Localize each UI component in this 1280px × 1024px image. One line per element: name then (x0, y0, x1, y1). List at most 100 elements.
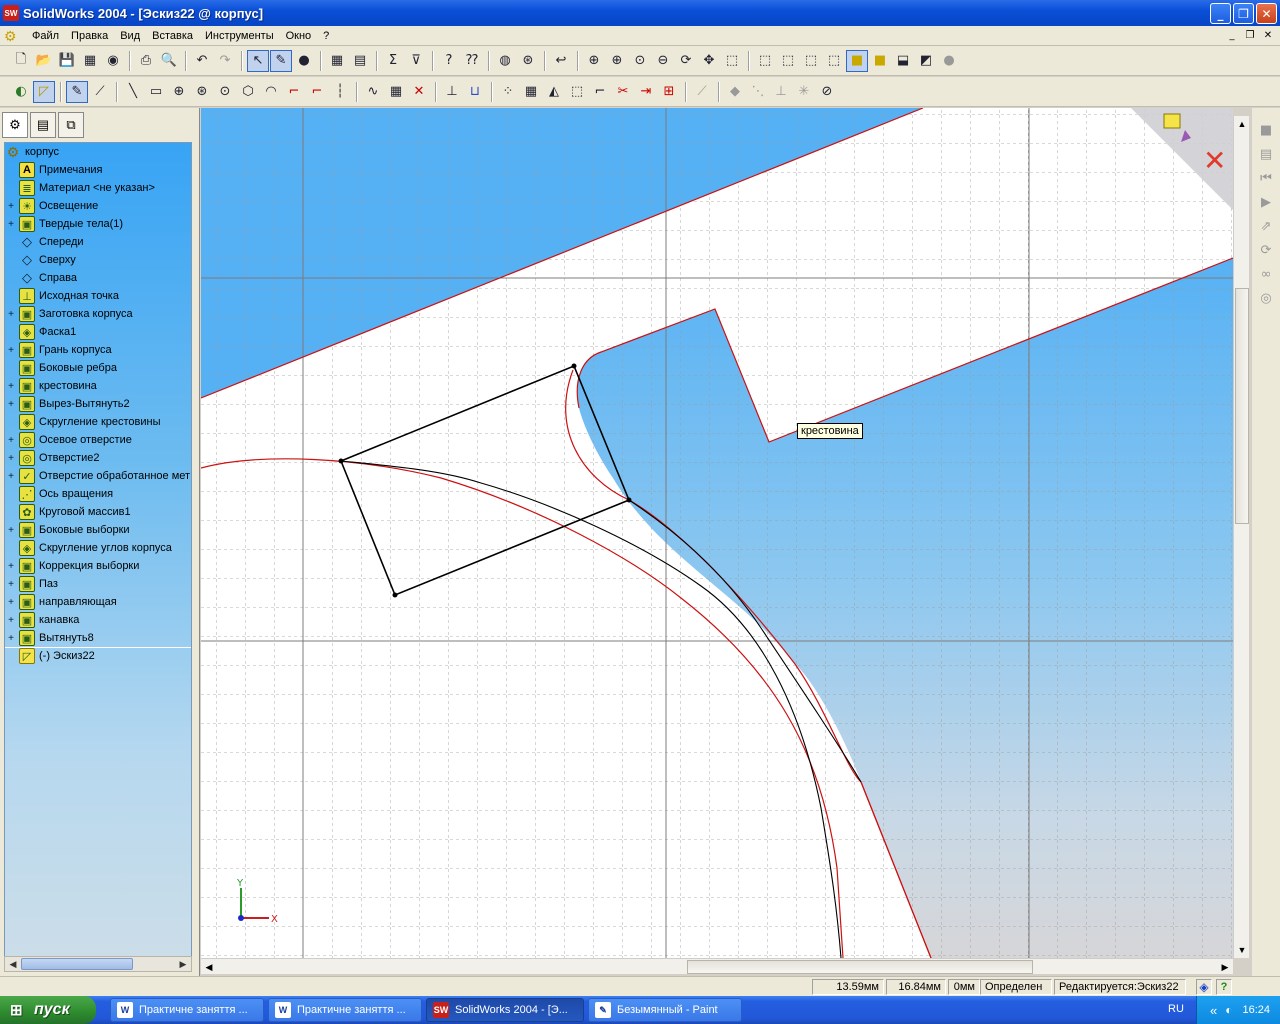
menu-view[interactable]: Вид (114, 30, 146, 42)
shaded-icon[interactable]: ■ (846, 49, 868, 72)
equations-icon[interactable]: Σ (382, 50, 404, 72)
grid-pattern-icon[interactable]: ▦ (520, 81, 542, 103)
tree-item[interactable]: ◇ Сверху (5, 251, 191, 269)
trim-icon[interactable]: ✂ (612, 81, 634, 103)
scroll-left-icon[interactable]: ◀ (201, 959, 217, 975)
tree-item[interactable]: ✿ Круговой массив1 (5, 503, 191, 521)
expand-toggle-icon[interactable]: + (5, 381, 17, 392)
tree-item[interactable]: + ▣ Заготовка корпуса (5, 305, 191, 323)
close-button[interactable]: ✕ (1256, 3, 1277, 24)
feature-palette-icon[interactable]: ⊛ (517, 50, 539, 72)
tree-item[interactable]: + ▣ Боковые выборки (5, 521, 191, 539)
redo-icon[interactable]: ↷ (214, 50, 236, 72)
task-pane-options-icon[interactable]: ∞ (1252, 262, 1280, 286)
repair-sketch-icon[interactable]: ⊘ (816, 81, 838, 103)
tree-item[interactable]: + ▣ Грань корпуса (5, 341, 191, 359)
sketch-settings-icon[interactable]: ✳ (793, 81, 815, 103)
tree-item[interactable]: ▣ Боковые ребра (5, 359, 191, 377)
tree-item[interactable]: + ▣ Вытянуть8 (5, 629, 191, 647)
graphics-horizontal-scrollbar[interactable]: ◀ ▶ (201, 958, 1233, 974)
help-icon[interactable]: ? (1216, 979, 1232, 995)
scroll-up-icon[interactable]: ▲ (1234, 116, 1250, 132)
tree-root[interactable]: ⚙ корпус (5, 143, 191, 161)
select-icon[interactable]: ↖ (247, 49, 269, 72)
doc-minimize-button[interactable]: _ (1224, 28, 1240, 42)
help-icon[interactable]: ? (438, 50, 460, 72)
horizontal-scroll-thumb[interactable] (687, 960, 1033, 974)
tree-item[interactable]: ≣ Материал <не указан> (5, 179, 191, 197)
spline-icon[interactable]: ∿ (362, 81, 384, 103)
sketch-canvas[interactable]: ✕ Y X (201, 108, 1233, 958)
fillet-icon[interactable]: ⌐ (283, 81, 305, 103)
construction-icon[interactable]: ⟋ (691, 81, 713, 103)
expand-toggle-icon[interactable]: + (5, 633, 17, 644)
expand-toggle-icon[interactable]: + (5, 525, 17, 536)
hidden-removed-icon[interactable]: ⬚ (800, 50, 822, 72)
tree-item[interactable]: + ☀ Освещение (5, 197, 191, 215)
tree-item[interactable]: + ✓ Отверстие обработанное мет (5, 467, 191, 485)
tree-item[interactable]: ⊥ Исходная точка (5, 287, 191, 305)
shaded-edges-icon[interactable]: ⬚ (823, 50, 845, 72)
feature-tree-tab-icon[interactable]: ⚙ (2, 112, 28, 138)
scroll-thumb[interactable] (21, 958, 133, 970)
linear-pattern-icon[interactable]: ⁘ (497, 81, 519, 103)
rotate-icon[interactable]: ⟳ (675, 50, 697, 72)
doc-close-button[interactable]: ✕ (1260, 28, 1276, 42)
expand-toggle-icon[interactable]: + (5, 219, 17, 230)
tree-item[interactable]: ◈ Фаска1 (5, 323, 191, 341)
undo-icon[interactable]: ↶ (191, 50, 213, 72)
expand-toggle-icon[interactable]: + (5, 201, 17, 212)
tree-item[interactable]: + ▣ Коррекция выборки (5, 557, 191, 575)
tree-item[interactable]: ◈ Скругление крестовины (5, 413, 191, 431)
display-relations-icon[interactable]: ⋱ (747, 81, 769, 103)
save-icon[interactable]: 💾 (56, 50, 78, 72)
expand-toggle-icon[interactable]: + (5, 579, 17, 590)
rebuild-icon[interactable]: ● (293, 50, 315, 72)
extend-icon[interactable]: ⇥ (635, 81, 657, 103)
tree-item[interactable]: + ▣ крестовина (5, 377, 191, 395)
scroll-right-icon[interactable]: ▶ (1217, 959, 1233, 975)
grid-options-icon[interactable]: ▤ (349, 50, 371, 72)
perpendicular-icon[interactable]: ⊥ (441, 81, 463, 103)
render-icon[interactable]: ● (938, 50, 960, 72)
tree-item[interactable]: + ◎ Отверстие2 (5, 449, 191, 467)
zoom-in-icon[interactable]: ⊕ (606, 50, 628, 72)
hidden-lines-icon[interactable]: ⬚ (777, 50, 799, 72)
tray-app-icon[interactable]: ◐ (1225, 1003, 1232, 1017)
vertical-scroll-thumb[interactable] (1235, 288, 1249, 524)
tangent-arc-icon[interactable]: ⊙ (214, 81, 236, 103)
zoom-area-icon[interactable]: ⊙ (629, 50, 651, 72)
menu-file[interactable]: Файл (26, 30, 65, 42)
make-assembly-icon[interactable]: ◉ (102, 50, 124, 72)
taskbar-item-word-2[interactable]: W Практичне заняття ... (268, 998, 422, 1022)
perimeter-circle-icon[interactable]: ⊛ (191, 81, 213, 103)
expand-toggle-icon[interactable]: + (5, 471, 17, 482)
tree-item[interactable]: + ▣ направляющая (5, 593, 191, 611)
scroll-right-icon[interactable]: ▶ (175, 957, 191, 971)
split-icon[interactable]: ⊞ (658, 81, 680, 103)
task-pane-link-icon[interactable]: ⇗ (1252, 214, 1280, 238)
toolbox-icon[interactable]: ◍ (494, 50, 516, 72)
zoom-out-icon[interactable]: ⊖ (652, 50, 674, 72)
realview-icon[interactable]: ◩ (915, 50, 937, 72)
grid-icon[interactable]: ▦ (326, 50, 348, 72)
rectangle-icon[interactable]: ▭ (145, 81, 167, 103)
task-pane-appearance-icon[interactable]: ◎ (1252, 286, 1280, 310)
minimize-button[interactable]: _ (1210, 3, 1231, 24)
polygon-icon[interactable]: ⬡ (237, 81, 259, 103)
line-icon[interactable]: ╲ (122, 81, 144, 103)
tree-item[interactable]: ◇ Справа (5, 269, 191, 287)
menu-help[interactable]: ? (317, 30, 335, 42)
tree-item[interactable]: ◈ Скругление углов корпуса (5, 539, 191, 557)
graphics-area[interactable]: ✕ Y X (201, 108, 1233, 958)
tree-item[interactable]: + ▣ канавка (5, 611, 191, 629)
start-button[interactable]: ⊞ пуск (0, 996, 96, 1024)
scroll-left-icon[interactable]: ◀ (5, 957, 21, 971)
edit-sketch-icon[interactable]: ✎ (66, 80, 88, 103)
smart-dimension-icon[interactable]: ⟋ (89, 81, 111, 103)
taskbar-item-paint[interactable]: ✎ Безымянный - Paint (588, 998, 742, 1022)
language-indicator[interactable]: RU (1168, 1003, 1184, 1015)
shadows-icon[interactable]: ■ (869, 50, 891, 72)
menu-insert[interactable]: Вставка (146, 30, 199, 42)
sketch-plane-icon[interactable]: ◸ (33, 80, 55, 103)
